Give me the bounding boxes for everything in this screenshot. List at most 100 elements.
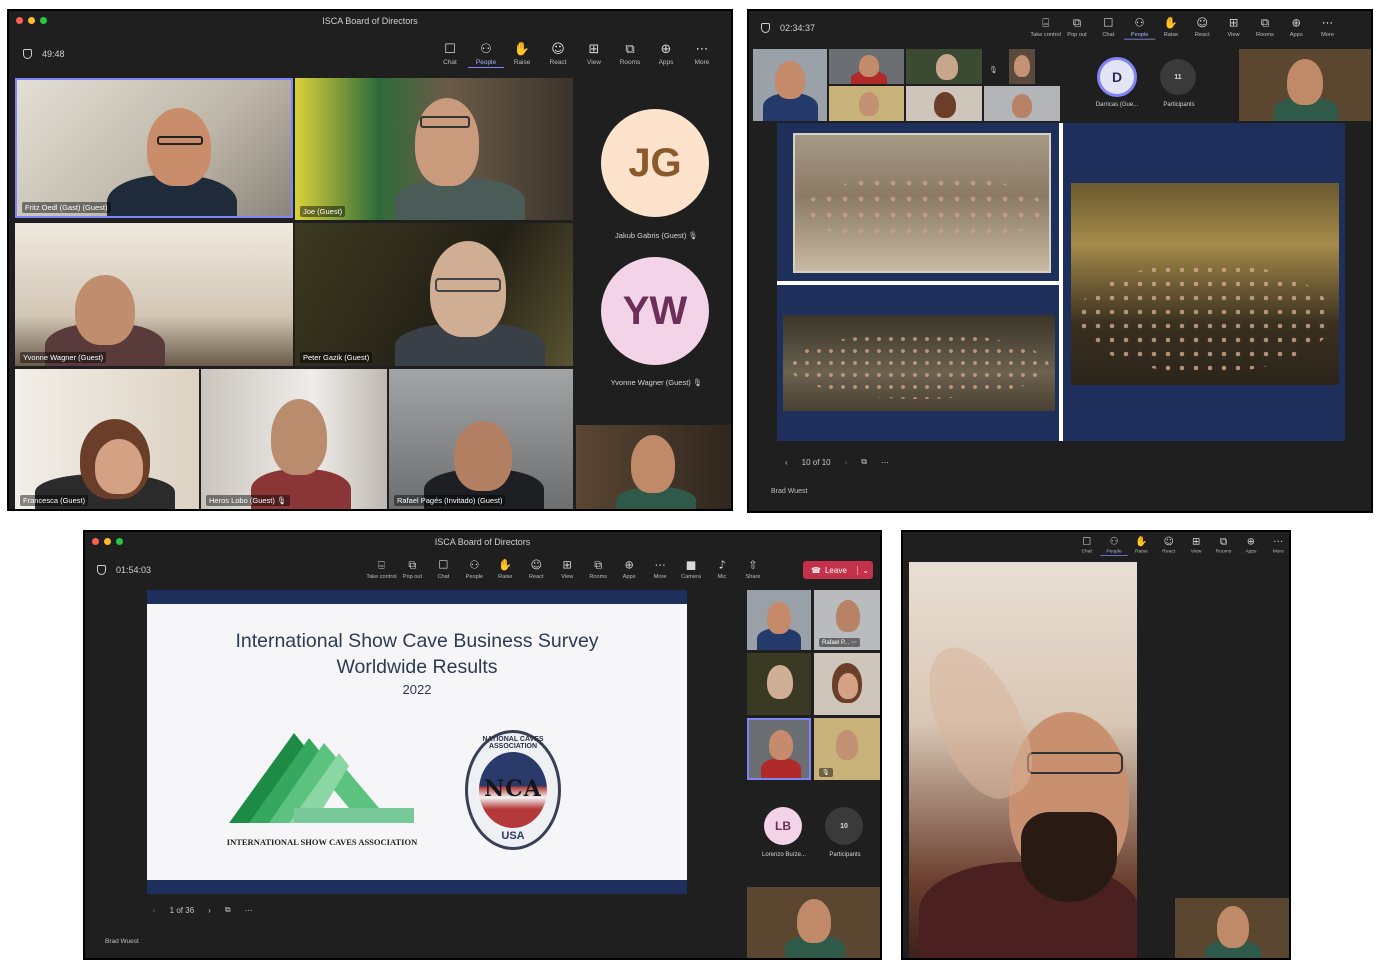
participants-count-button[interactable]: 11 [1160,59,1196,95]
toolbar-button-apps[interactable]: ⊕ Apps [648,42,684,68]
slide-navigation: ‹ 1 of 36 › ⧉ ⋯ [153,905,253,915]
video-tile[interactable] [747,653,811,715]
toolbar-button-take-control[interactable]: ⌸ Take control [1030,17,1061,40]
toolbar-button-react[interactable]: ☺ React [540,42,576,68]
more-options-icon[interactable]: ⋯ [851,640,857,646]
toolbar-label: Chat [1081,548,1092,555]
toolbar-button-take-control[interactable]: ⌸ Take control [366,559,397,581]
self-view-tile[interactable] [576,425,731,509]
toolbar-button-more[interactable]: ⋯ More [1312,17,1343,40]
toolbar-button-apps[interactable]: ⊕ Apps [614,559,645,581]
toolbar-button-more[interactable]: ⋯ More [645,559,676,581]
participant-avatar[interactable]: D [1097,57,1137,97]
speaker-video-tile[interactable] [909,562,1137,958]
toolbar-button-view[interactable]: ⊞ View [1182,536,1209,556]
minimize-window-button[interactable] [28,17,35,24]
toolbar-label: React [1194,31,1210,38]
toolbar-button-react[interactable]: ☺ React [521,559,552,581]
toolbar-label: Raise [1135,548,1148,555]
close-window-button[interactable] [92,538,99,545]
close-window-button[interactable] [16,17,23,24]
video-tile[interactable]: Peter Gazik (Guest) [295,223,573,366]
video-tile[interactable] [906,86,982,121]
video-tile[interactable] [829,49,904,84]
toolbar-button-chat[interactable]: ☐ Chat [1073,536,1100,556]
slide-panel-icon[interactable]: ⧉ [225,905,231,915]
toolbar-button-rooms[interactable]: ⧉ Rooms [612,42,648,68]
video-tile-active[interactable] [747,718,811,780]
toolbar-button-people[interactable]: ⚇ People [459,559,490,581]
toolbar-label: Rooms [619,59,641,66]
minimize-window-button[interactable] [104,538,111,545]
more-icon: ⋯ [654,559,666,572]
self-view-tile[interactable] [747,887,880,958]
video-tile[interactable]: Fritz Oedl (Gast) (Guest) [15,78,293,218]
phone-icon: ☎ [811,565,821,575]
self-view-tile[interactable] [1239,49,1371,121]
toolbar-button-raise[interactable]: ✋ Raise [1128,536,1155,556]
toolbar-button-raise[interactable]: ✋ Raise [1155,17,1186,40]
toolbar-label: View [1190,548,1202,555]
toolbar-button-more[interactable]: ⋯ More [1265,536,1289,556]
participant-avatar[interactable]: YW [601,257,709,365]
toolbar-button-apps[interactable]: ⊕ Apps [1281,17,1312,40]
toolbar-button-raise[interactable]: ✋ Raise [504,42,540,68]
toolbar-button-apps[interactable]: ⊕ Apps [1237,536,1264,556]
toolbar-button-more[interactable]: ⋯ More [684,42,720,68]
toolbar-button-react[interactable]: ☺ React [1187,17,1218,40]
video-tile[interactable] [753,49,827,121]
video-tile[interactable]: 🎙 [814,718,880,780]
toolbar-button-mic[interactable]: ♪ Mic [707,559,738,581]
video-tile[interactable]: Yvonne Wagner (Guest) [15,223,293,366]
video-tile[interactable] [906,49,982,84]
participant-avatar[interactable]: LB [764,807,802,845]
previous-slide-button[interactable]: ‹ [785,458,788,467]
video-tile[interactable]: Rafael P... ⋯ [814,590,880,650]
toolbar-button-react[interactable]: ☺ React [1155,536,1182,556]
toolbar-button-raise[interactable]: ✋ Raise [490,559,521,581]
slide-more-icon[interactable]: ⋯ [245,906,253,915]
meeting-window-grid: ISCA Board of Directors 49:48 ☐ Chat ⚇ Peop… [7,9,733,511]
video-tile[interactable]: Francesca (Guest) [15,369,199,509]
next-slide-button[interactable]: › [208,906,211,915]
maximize-window-button[interactable] [116,538,123,545]
leave-button[interactable]: ☎ Leave ⌄ [803,561,873,579]
toolbar-button-camera[interactable]: ■ Camera [676,559,707,581]
video-tile[interactable]: Rafael Pagés (Invitado) (Guest) [389,369,573,509]
participant-avatar[interactable]: JG [601,109,709,217]
chevron-down-icon[interactable]: ⌄ [857,565,873,575]
toolbar-button-share[interactable]: ⇧ Share [738,559,769,581]
previous-slide-button[interactable]: ‹ [153,906,156,915]
video-tile[interactable]: Heros Lobo (Guest) 🎙 [201,369,387,509]
maximize-window-button[interactable] [40,17,47,24]
participants-count-button[interactable]: 10 [825,807,863,845]
video-tile[interactable] [984,86,1060,121]
toolbar-button-people[interactable]: ⚇ People [1100,536,1128,556]
toolbar-button-view[interactable]: ⊞ View [1218,17,1249,40]
toolbar-button-rooms[interactable]: ⧉ Rooms [1249,17,1280,40]
participant-name: Francesca (Guest) [20,495,89,506]
video-tile[interactable] [829,86,904,121]
toolbar-button-chat[interactable]: ☐ Chat [1093,17,1124,40]
video-tile[interactable]: Joe (Guest) [295,78,573,220]
toolbar-button-chat[interactable]: ☐ Chat [432,42,468,68]
next-slide-button[interactable]: › [845,458,848,467]
toolbar-label: Pop out [402,573,423,580]
toolbar-button-people[interactable]: ⚇ People [1123,17,1156,40]
video-tile[interactable] [814,653,880,715]
slide-year: 2022 [402,682,432,697]
toolbar-button-chat[interactable]: ☐ Chat [428,559,459,581]
toolbar-button-pop-out[interactable]: ⧉ Pop out [1061,17,1092,40]
video-tile[interactable] [747,590,811,650]
toolbar-button-view[interactable]: ⊞ View [576,42,612,68]
toolbar-button-rooms[interactable]: ⧉ Rooms [1210,536,1237,556]
group-photo [793,133,1051,273]
toolbar-button-rooms[interactable]: ⧉ Rooms [583,559,614,581]
toolbar-button-view[interactable]: ⊞ View [552,559,583,581]
slide-more-icon[interactable]: ⋯ [881,458,889,467]
video-tile[interactable] [1009,49,1035,84]
toolbar-button-people[interactable]: ⚇ People [468,42,504,68]
slide-panel-icon[interactable]: ⧉ [861,457,867,467]
self-view-tile[interactable] [1175,898,1289,958]
toolbar-button-pop-out[interactable]: ⧉ Pop out [397,559,428,581]
